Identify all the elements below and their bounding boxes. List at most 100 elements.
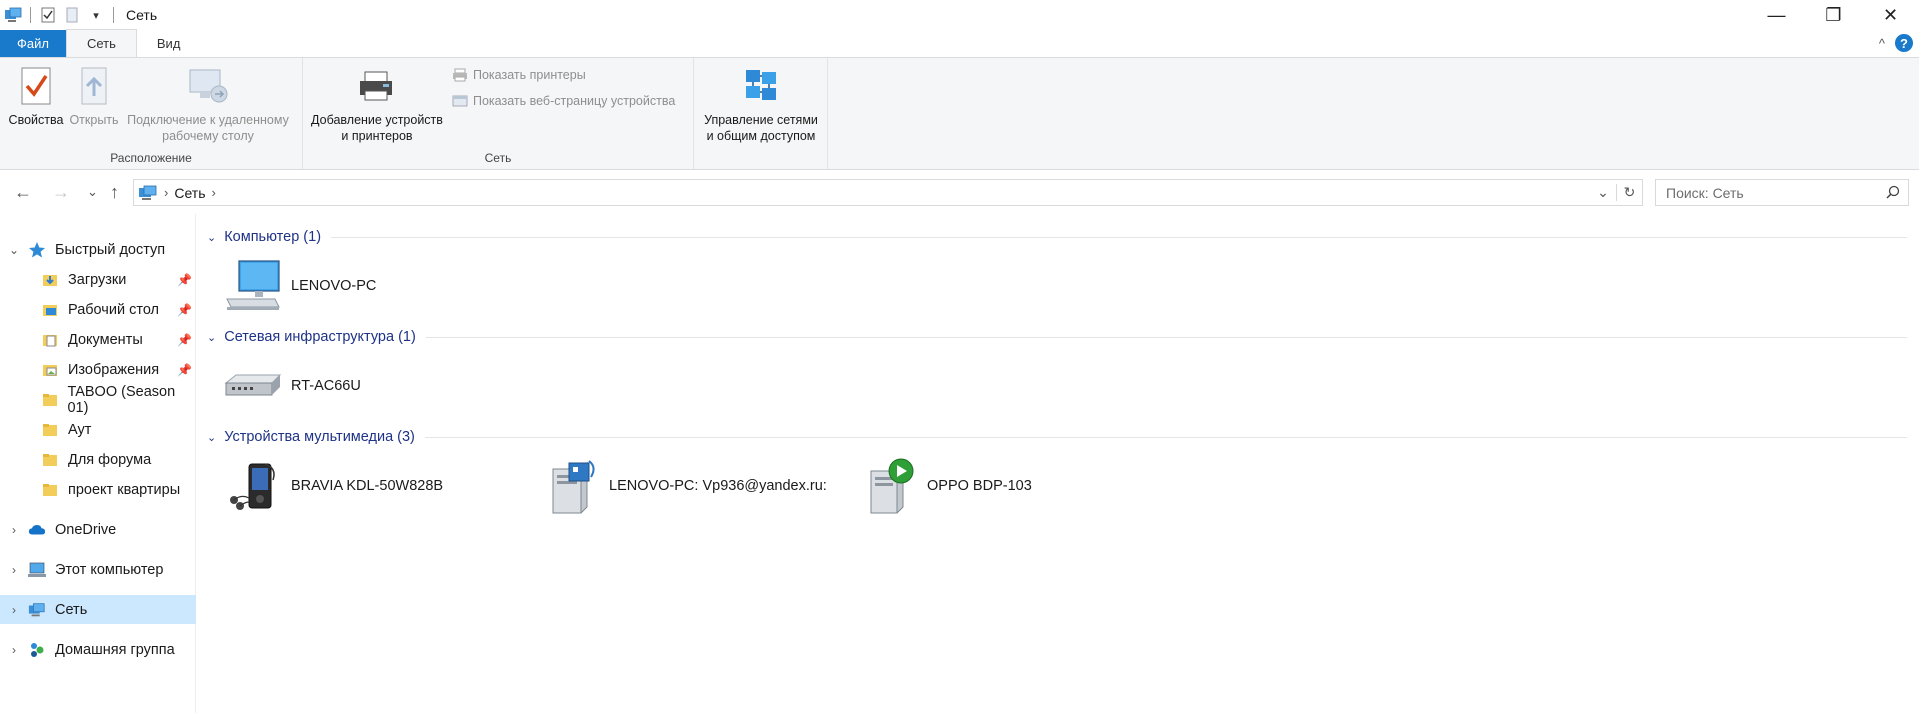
breadcrumb-network[interactable]: Сеть — [174, 185, 205, 201]
network-small-icon — [28, 601, 46, 619]
sidebar-item-homegroup[interactable]: › Домашняя группа — [0, 635, 196, 664]
network-app-icon[interactable] — [4, 6, 22, 24]
device-item-oppo[interactable]: OPPO BDP-103 — [859, 456, 1032, 516]
sidebar-item-downloads[interactable]: Загрузки 📌 — [0, 265, 196, 294]
expand-chevron-icon[interactable]: › — [0, 643, 28, 657]
device-item-rt-ac66u[interactable]: RT-AC66U — [223, 356, 361, 416]
remote-desktop-icon — [186, 64, 230, 108]
device-item-lenovo-media-server[interactable]: LENOVO-PC: Vp936@yandex.ru: — [541, 456, 827, 516]
network-location-icon — [138, 184, 158, 202]
properties-icon — [14, 64, 58, 108]
toolbar-divider — [113, 7, 114, 23]
sidebar-item-desktop[interactable]: Рабочий стол 📌 — [0, 295, 196, 324]
cloud-icon — [28, 521, 46, 539]
up-button[interactable]: ↑ — [110, 182, 119, 203]
new-folder-quick-icon[interactable] — [63, 6, 81, 24]
media-renderer-icon — [859, 456, 919, 516]
network-center-icon — [739, 64, 783, 108]
remote-desktop-button[interactable]: Подключение к удаленному рабочему столу — [122, 64, 294, 144]
toolbar-divider — [30, 7, 31, 23]
address-dropdown-icon[interactable]: ⌄ — [1590, 184, 1616, 201]
sidebar-label: Домашняя группа — [55, 641, 175, 658]
sidebar-label: Сеть — [55, 601, 88, 618]
collapse-chevron-icon[interactable]: ⌄ — [207, 331, 216, 344]
sidebar-label: Документы — [68, 331, 143, 348]
group-header-multimedia[interactable]: ⌄ Устройства мультимедиа (3) — [207, 426, 1907, 448]
add-devices-label-line1: Добавление устройств — [311, 113, 443, 127]
navigation-bar: ← → ⌄ ↑ › Сеть › ⌄ ↻ — [0, 170, 1919, 214]
folder-icon — [41, 451, 59, 469]
forward-button[interactable]: → — [52, 182, 70, 203]
computer-icon — [223, 256, 283, 316]
sidebar-item-documents[interactable]: Документы 📌 — [0, 325, 196, 354]
customize-toolbar-icon[interactable]: ▾ — [87, 6, 105, 24]
sidebar-item-network[interactable]: › Сеть — [0, 595, 196, 624]
tab-network[interactable]: Сеть — [65, 29, 137, 57]
pin-icon[interactable]: 📌 — [177, 363, 192, 377]
sidebar-item-pictures[interactable]: Изображения 📌 — [0, 355, 196, 384]
group-header-computer[interactable]: ⌄ Компьютер (1) — [207, 226, 1907, 248]
sidebar-label: Изображения — [68, 361, 160, 378]
help-icon[interactable]: ? — [1895, 34, 1913, 52]
properties-quick-icon[interactable] — [39, 6, 57, 24]
group-title: Компьютер (1) — [224, 229, 322, 245]
search-input[interactable] — [1666, 184, 1876, 201]
search-icon[interactable] — [1886, 185, 1900, 202]
expand-chevron-icon[interactable]: ⌄ — [0, 243, 28, 257]
add-devices-button[interactable]: Добавление устройств и принтеров — [307, 64, 447, 144]
device-label: RT-AC66U — [291, 378, 361, 394]
pin-icon[interactable]: 📌 — [177, 273, 192, 287]
recent-locations-button[interactable]: ⌄ — [87, 184, 98, 200]
sidebar-label: проект квартиры — [68, 481, 181, 498]
group-label-network: Сеть — [484, 151, 512, 165]
group-divider — [424, 436, 1907, 438]
show-printers-button[interactable]: Показать принтеры — [451, 67, 586, 83]
close-button[interactable]: ✕ — [1862, 0, 1919, 30]
expand-chevron-icon[interactable]: › — [0, 563, 28, 577]
collapse-ribbon-icon[interactable]: ^ — [1879, 36, 1885, 51]
minimize-button[interactable]: — — [1748, 0, 1805, 30]
sidebar-item-onedrive[interactable]: › OneDrive — [0, 515, 196, 544]
sidebar-item-quick-access[interactable]: ⌄ Быстрый доступ — [0, 235, 196, 264]
ribbon-group-sharing: Управление сетями и общим доступом — [694, 58, 828, 169]
group-divider — [331, 236, 1907, 238]
star-icon — [28, 241, 46, 259]
breadcrumb-chevron-icon[interactable]: › — [211, 185, 215, 200]
tab-view[interactable]: Вид — [137, 30, 201, 57]
properties-button[interactable]: Свойства — [6, 64, 66, 128]
router-icon — [223, 356, 283, 416]
expand-chevron-icon[interactable]: › — [0, 603, 28, 617]
pin-icon[interactable]: 📌 — [177, 333, 192, 347]
sidebar-item-apartment-project[interactable]: проект квартиры — [0, 475, 196, 504]
back-button[interactable]: ← — [14, 182, 32, 203]
sidebar-item-taboo[interactable]: TABOO (Season 01) — [0, 384, 196, 416]
device-item-bravia[interactable]: BRAVIA KDL-50W828B — [223, 456, 443, 516]
address-bar[interactable]: › Сеть › ⌄ ↻ — [133, 179, 1643, 206]
group-label-location: Расположение — [110, 151, 192, 165]
collapse-chevron-icon[interactable]: ⌄ — [207, 231, 216, 244]
sidebar-label: Аут — [68, 421, 92, 438]
device-label: LENOVO-PC — [291, 278, 377, 294]
show-device-webpage-button[interactable]: Показать веб-страницу устройства — [451, 93, 675, 109]
tab-file[interactable]: Файл — [0, 30, 66, 57]
network-center-label-line2: и общим доступом — [706, 129, 816, 143]
navigation-pane: ⌄ Быстрый доступ Загрузки 📌 Рабочий стол… — [0, 214, 196, 713]
sidebar-item-forum[interactable]: Для форума — [0, 445, 196, 474]
open-button[interactable]: Открыть — [68, 64, 120, 128]
sidebar-item-aut[interactable]: Аут — [0, 415, 196, 444]
refresh-icon[interactable]: ↻ — [1616, 184, 1642, 201]
pin-icon[interactable]: 📌 — [177, 303, 192, 317]
downloads-folder-icon — [41, 271, 59, 289]
group-header-network-infrastructure[interactable]: ⌄ Сетевая инфраструктура (1) — [207, 326, 1907, 348]
content-pane: ⌄ Компьютер (1) LENOVO-PC ⌄ Сетевая инфр… — [197, 214, 1919, 713]
homegroup-icon — [28, 641, 46, 659]
sidebar-item-this-pc[interactable]: › Этот компьютер — [0, 555, 196, 584]
network-sharing-center-button[interactable]: Управление сетями и общим доступом — [698, 64, 824, 144]
maximize-button[interactable]: ❐ — [1805, 0, 1862, 30]
breadcrumb-chevron-icon[interactable]: › — [164, 185, 168, 200]
device-item-lenovo-pc[interactable]: LENOVO-PC — [223, 256, 376, 316]
group-divider — [425, 336, 1907, 338]
expand-chevron-icon[interactable]: › — [0, 523, 28, 537]
media-player-icon — [223, 456, 283, 516]
collapse-chevron-icon[interactable]: ⌄ — [207, 431, 216, 444]
